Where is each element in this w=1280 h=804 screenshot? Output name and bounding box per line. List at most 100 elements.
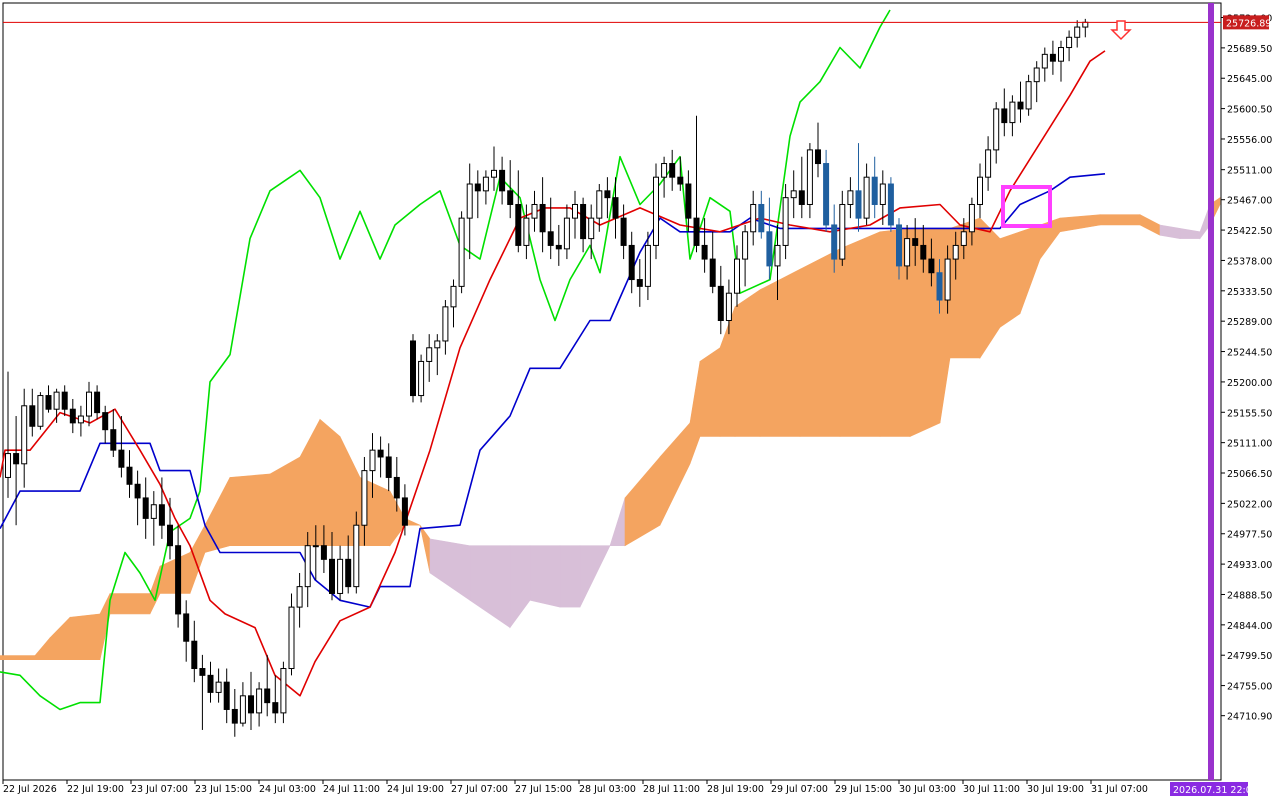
candle-body-25 bbox=[207, 674, 214, 693]
candle-body-12 bbox=[102, 412, 109, 431]
x-tick-label-7: 27 Jul 07:00 bbox=[451, 784, 508, 795]
candle-body-102 bbox=[831, 224, 838, 260]
candle-body-49 bbox=[401, 497, 408, 526]
cloud-segment-40 bbox=[999, 231, 1021, 328]
candle-body-0 bbox=[5, 453, 11, 478]
candle-body-63 bbox=[515, 203, 522, 246]
x-tick-label-15: 30 Jul 11:00 bbox=[963, 784, 1020, 795]
y-tick-label-10: 25155.50 bbox=[1227, 408, 1272, 419]
candle-body-74 bbox=[604, 190, 611, 199]
candle-body-79 bbox=[644, 244, 651, 287]
x-tick-label-5: 24 Jul 11:00 bbox=[323, 784, 380, 795]
candle-body-22 bbox=[183, 613, 190, 642]
candle-body-71 bbox=[580, 203, 587, 240]
y-tick-label-18: 25511.00 bbox=[1227, 166, 1272, 177]
candle-body-32 bbox=[264, 688, 271, 704]
x-tick-label-17: 31 Jul 07:00 bbox=[1091, 784, 1148, 795]
x-tick-label-3: 23 Jul 15:00 bbox=[195, 784, 252, 795]
candle-body-112 bbox=[912, 238, 919, 246]
candle-body-21 bbox=[175, 545, 182, 615]
y-tick-label-13: 25289.00 bbox=[1227, 317, 1272, 328]
candle-body-116 bbox=[944, 258, 951, 301]
candle-body-61 bbox=[499, 169, 506, 192]
candle-body-45 bbox=[369, 449, 376, 472]
candle-body-53 bbox=[434, 340, 441, 349]
candle-body-93 bbox=[758, 203, 765, 233]
candle-body-82 bbox=[669, 163, 676, 178]
candle-body-100 bbox=[815, 149, 821, 165]
candle-body-15 bbox=[126, 466, 133, 485]
y-tick-label-6: 24977.50 bbox=[1227, 530, 1272, 541]
ichimoku-chart[interactable]: 24710.90 24755.00 24799.50 24844.00 24888.50… bbox=[0, 0, 1280, 800]
current-price-label: 25726.89 bbox=[1226, 18, 1271, 29]
candle-body-67 bbox=[547, 231, 554, 246]
candle-body-30 bbox=[248, 695, 254, 714]
candle-body-66 bbox=[539, 203, 546, 233]
candle-body-128 bbox=[1041, 53, 1048, 69]
y-tick-label-1: 24755.00 bbox=[1227, 682, 1272, 693]
candle-body-127 bbox=[1033, 67, 1040, 83]
candle-body-125 bbox=[1017, 101, 1024, 110]
y-tick-label-22: 25689.50 bbox=[1227, 44, 1272, 55]
candle-body-118 bbox=[960, 231, 967, 246]
candle-body-39 bbox=[320, 545, 327, 560]
candle-body-111 bbox=[904, 238, 911, 267]
candle-body-75 bbox=[612, 197, 619, 219]
candle-body-89 bbox=[725, 292, 732, 321]
candle-body-44 bbox=[361, 470, 368, 526]
y-tick-label-3: 24844.00 bbox=[1227, 621, 1272, 632]
candle-body-27 bbox=[223, 681, 230, 710]
y-tick-label-21: 25645.00 bbox=[1227, 74, 1272, 85]
candle-body-130 bbox=[1058, 47, 1064, 62]
candle-body-43 bbox=[353, 524, 360, 588]
candle-body-6 bbox=[53, 391, 60, 410]
y-tick-label-14: 25333.50 bbox=[1227, 287, 1272, 298]
y-tick-label-9: 25111.00 bbox=[1227, 439, 1272, 450]
candle-body-119 bbox=[968, 203, 975, 233]
x-tick-label-12: 29 Jul 07:00 bbox=[771, 784, 828, 795]
candle-body-52 bbox=[426, 347, 433, 362]
candle-body-72 bbox=[588, 217, 595, 240]
candle-body-86 bbox=[701, 244, 708, 260]
cloud-segment-23 bbox=[559, 545, 581, 608]
candle-body-132 bbox=[1074, 26, 1081, 38]
candle-body-77 bbox=[628, 244, 635, 281]
cloud-segment-32 bbox=[759, 268, 801, 437]
x-tick-label-2: 23 Jul 07:00 bbox=[131, 784, 188, 795]
candle-body-109 bbox=[887, 183, 894, 226]
chart-canvas[interactable]: 24710.90 24755.00 24799.50 24844.00 24888.50… bbox=[0, 0, 1280, 800]
time-marker-line bbox=[1208, 3, 1214, 780]
candle-body-4 bbox=[37, 395, 44, 427]
candle-body-104 bbox=[847, 190, 854, 205]
candle-body-124 bbox=[1009, 101, 1016, 124]
candle-body-64 bbox=[523, 217, 530, 246]
candle-body-18 bbox=[150, 504, 157, 519]
candle-body-14 bbox=[118, 449, 125, 468]
cloud-segment-22 bbox=[529, 545, 561, 608]
candle-body-57 bbox=[466, 183, 473, 219]
candle-body-51 bbox=[418, 360, 425, 397]
candle-body-68 bbox=[555, 244, 562, 250]
candle-body-34 bbox=[280, 668, 287, 714]
candle-body-37 bbox=[304, 545, 311, 588]
cloud-segment-29 bbox=[699, 347, 721, 437]
candle-body-103 bbox=[839, 203, 846, 260]
candle-body-83 bbox=[677, 176, 684, 185]
candle-body-115 bbox=[936, 272, 943, 301]
candle-body-58 bbox=[474, 183, 481, 192]
candle-body-11 bbox=[94, 391, 101, 414]
candle-body-8 bbox=[69, 408, 76, 424]
candle-body-1 bbox=[13, 453, 20, 465]
candle-body-87 bbox=[709, 258, 716, 287]
candle-body-19 bbox=[158, 504, 165, 526]
candle-body-131 bbox=[1066, 36, 1073, 49]
candle-body-81 bbox=[661, 163, 668, 178]
candle-body-38 bbox=[312, 545, 319, 548]
candle-body-40 bbox=[329, 558, 335, 594]
candle-body-120 bbox=[977, 176, 983, 205]
candle-body-60 bbox=[491, 169, 497, 178]
y-tick-label-19: 25556.00 bbox=[1227, 135, 1272, 146]
candle-body-54 bbox=[442, 306, 449, 342]
candle-body-3 bbox=[29, 405, 36, 427]
cloud-segment-10 bbox=[229, 473, 271, 547]
